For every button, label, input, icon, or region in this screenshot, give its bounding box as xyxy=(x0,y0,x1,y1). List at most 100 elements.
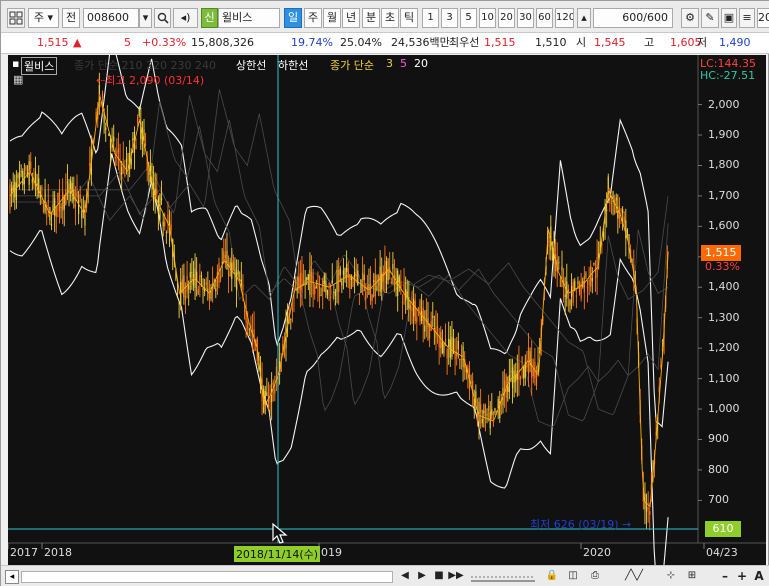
arrow-left-icon: ⇠ xyxy=(96,74,106,87)
nav-button-0[interactable]: ◀ xyxy=(397,568,413,584)
high-label: 고 xyxy=(644,36,655,49)
candle-body xyxy=(306,277,308,280)
candle-body xyxy=(409,304,412,310)
candle-body xyxy=(74,204,77,208)
market-button[interactable]: 전 xyxy=(62,8,80,28)
legend-ma20[interactable]: 20 xyxy=(414,57,428,70)
candle-body xyxy=(494,408,496,413)
tab-5[interactable]: 초 xyxy=(381,8,399,28)
close-point xyxy=(537,374,540,377)
count-field[interactable]: 600/600 xyxy=(593,8,673,28)
code-dropdown[interactable]: ▾ xyxy=(139,8,152,28)
candle-body xyxy=(414,300,416,321)
chart-menu-icon[interactable]: ▪ xyxy=(12,57,19,70)
lock-button[interactable]: 🔒 xyxy=(541,568,563,584)
nav-button-1[interactable]: ▶ xyxy=(414,568,430,584)
close-point xyxy=(517,371,520,374)
candle-body xyxy=(60,206,62,209)
nav-button-2[interactable]: ■ xyxy=(431,568,447,584)
edge-button[interactable]: 20 xyxy=(757,8,769,28)
candle-body xyxy=(361,272,364,281)
print-button[interactable]: ⎙ xyxy=(585,568,605,584)
interval-button-3[interactable]: 3 xyxy=(441,8,458,28)
tool-button-2[interactable]: ⊞ xyxy=(683,568,701,584)
low-label: 저 xyxy=(697,36,708,49)
draw-button[interactable]: ✎ xyxy=(701,8,719,28)
candle-body xyxy=(531,358,533,378)
candle-body xyxy=(483,410,485,414)
chart-canvas[interactable] xyxy=(8,55,766,565)
interval-button-20[interactable]: 20 xyxy=(498,8,515,28)
candle-body xyxy=(585,274,587,276)
y-tick-label: 1,200 xyxy=(708,341,740,355)
printer-icon: ⎙ xyxy=(591,570,599,581)
candle-body xyxy=(460,359,463,361)
legend-upper-band[interactable]: 상한선 xyxy=(236,57,266,73)
interval-button-120[interactable]: 120 xyxy=(555,8,574,28)
candle-body xyxy=(137,117,139,124)
zoom-slider[interactable] xyxy=(471,571,535,583)
period-select[interactable]: 주 ▾ xyxy=(28,8,59,28)
tab-4[interactable]: 분 xyxy=(362,8,380,28)
interval-button-30[interactable]: 30 xyxy=(517,8,534,28)
interval-button-5[interactable]: 5 xyxy=(460,8,477,28)
stock-name-field[interactable]: 윌비스 xyxy=(218,8,280,28)
save-button[interactable]: ▣ xyxy=(721,8,737,28)
candle-body xyxy=(357,270,359,286)
candle-body xyxy=(411,307,413,312)
candle-body xyxy=(116,150,118,155)
interval-button-10[interactable]: 10 xyxy=(479,8,496,28)
scroll-track[interactable] xyxy=(21,571,393,583)
up-triangle-icon: ▲ xyxy=(73,36,82,49)
chart-title[interactable]: 윌비스 xyxy=(21,57,58,75)
legend-ma5[interactable]: 5 xyxy=(400,57,407,70)
interval-button-60[interactable]: 60 xyxy=(536,8,553,28)
legend-ma3[interactable]: 3 xyxy=(386,57,393,70)
tab-2[interactable]: 월 xyxy=(323,8,341,28)
tab-6[interactable]: 틱 xyxy=(400,8,418,28)
candle-body xyxy=(577,281,579,285)
spin-button[interactable]: ▴ xyxy=(577,8,591,28)
screenshot-button[interactable]: ◫ xyxy=(563,568,583,584)
count-value: 600 xyxy=(622,11,644,24)
zoom-button-1[interactable]: + xyxy=(734,568,750,584)
close-point xyxy=(507,380,510,383)
interval-button-1[interactable]: 1 xyxy=(422,8,439,28)
grid-menu-button[interactable] xyxy=(7,8,25,28)
search-button[interactable] xyxy=(154,8,171,28)
candle-body xyxy=(10,187,13,194)
tool-button-1[interactable]: ⊹ xyxy=(661,568,681,584)
nav-button-3[interactable]: ▶▶ xyxy=(448,568,464,584)
candle-body xyxy=(623,216,625,223)
zoom-button-2[interactable]: A xyxy=(751,568,767,584)
candle-body xyxy=(78,200,80,215)
candle-body xyxy=(443,343,445,354)
price-value: 1,515 xyxy=(37,36,69,49)
legend-lower-band[interactable]: 하한선 xyxy=(278,57,308,73)
candle-body xyxy=(44,190,46,212)
candle-body xyxy=(109,139,112,149)
last-price-box: 1,515 xyxy=(701,245,741,261)
candle-body xyxy=(610,202,613,205)
close-point xyxy=(547,228,550,231)
price-chart[interactable]: ▪ 윌비스 종가 단순 210 220 230 240 상한선 하한선 종가 단… xyxy=(8,55,766,565)
candle-body xyxy=(111,135,113,137)
scroll-left-button[interactable]: ◂ xyxy=(5,570,19,584)
new-badge: 신 xyxy=(201,8,218,28)
line-tools[interactable]: ╱╲╱ xyxy=(607,568,661,584)
sound-button[interactable]: ◂) xyxy=(173,8,198,28)
tab-1[interactable]: 주 xyxy=(304,8,322,28)
tab-0[interactable]: 일 xyxy=(284,8,302,28)
legend-close-sma[interactable]: 종가 단순 xyxy=(330,57,374,73)
close-point xyxy=(270,392,273,395)
settings-button[interactable]: ⚙ xyxy=(681,8,699,28)
candle-body xyxy=(117,148,120,153)
tab-3[interactable]: 년 xyxy=(342,8,360,28)
code-input[interactable]: 008600 xyxy=(83,8,139,28)
close-point xyxy=(193,277,196,280)
grid-toggle-icon[interactable]: ▦ xyxy=(13,73,23,86)
candle-body xyxy=(451,336,453,357)
list-button[interactable]: ≡ xyxy=(739,8,755,28)
zoom-button-0[interactable]: – xyxy=(717,568,733,584)
candle-body xyxy=(586,287,589,289)
